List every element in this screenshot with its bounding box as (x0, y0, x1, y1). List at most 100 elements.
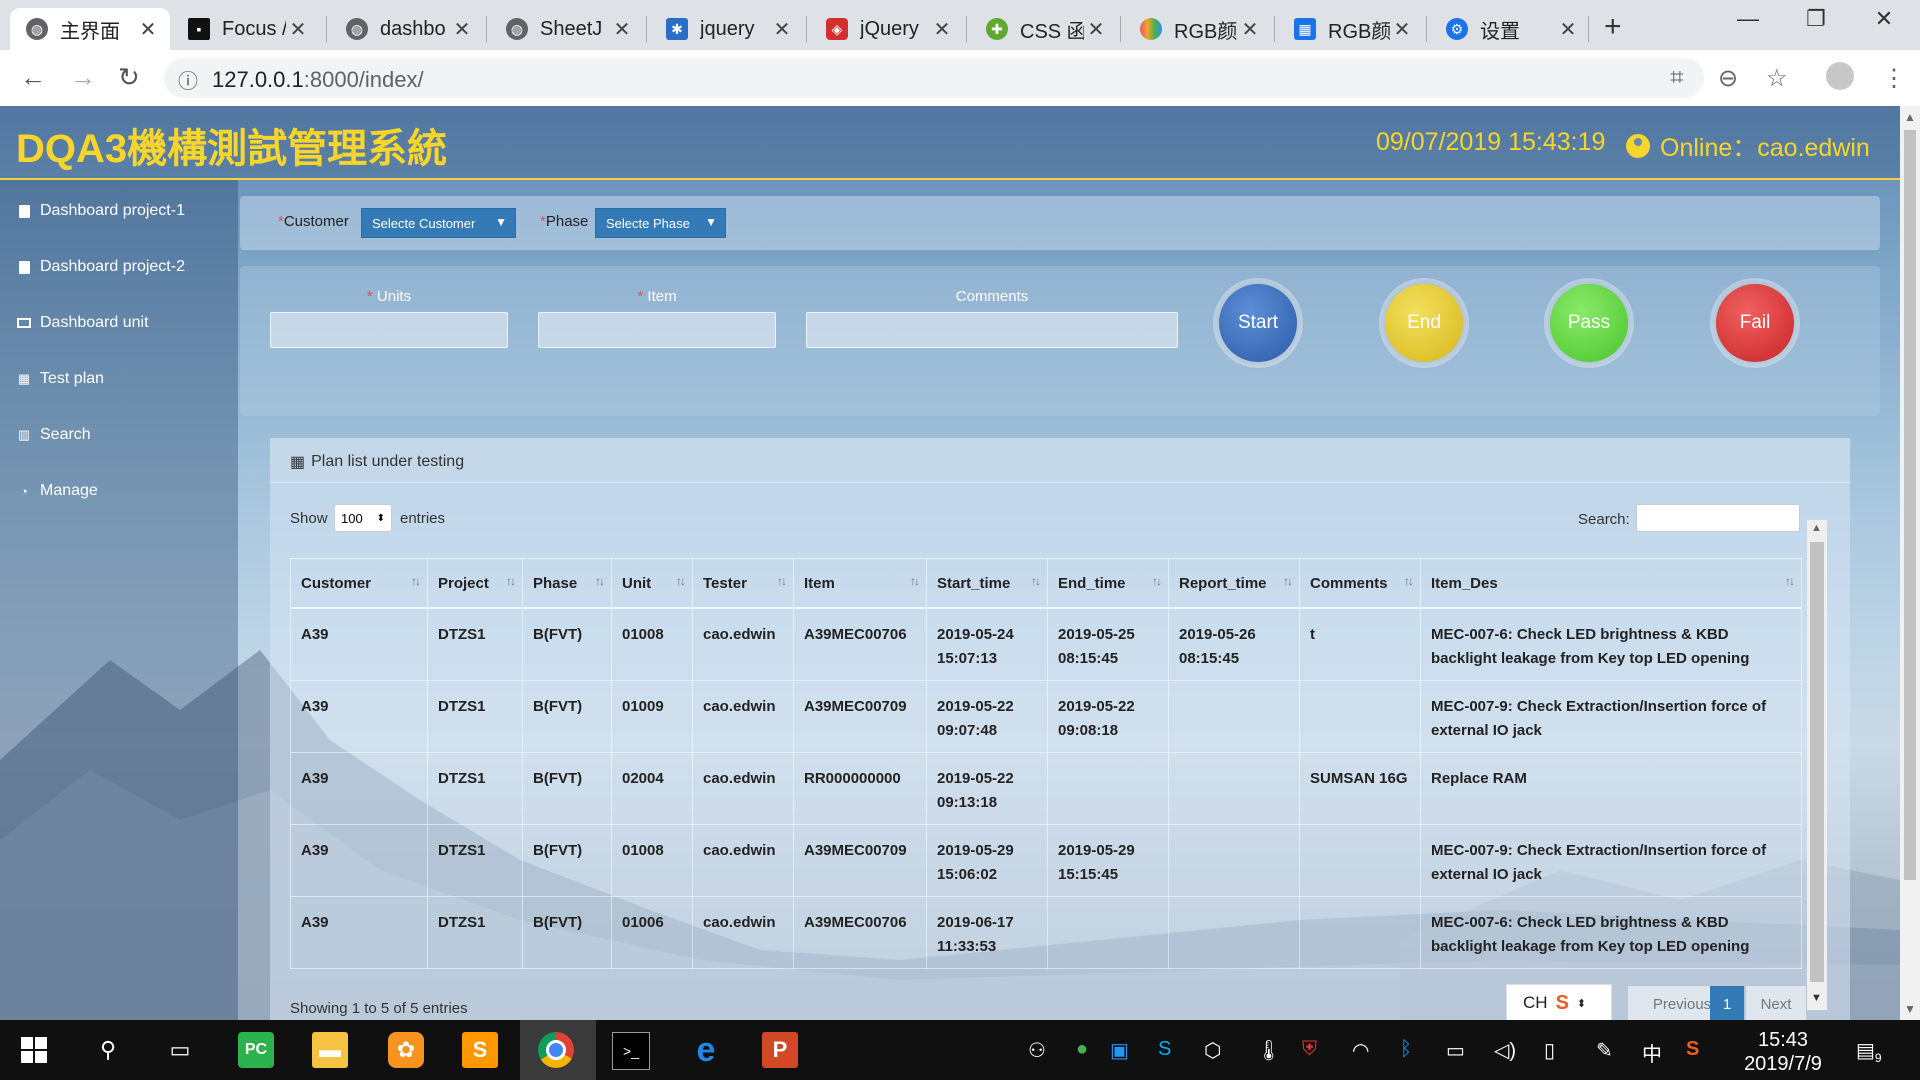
sidebar-item-dashboard-unit[interactable]: Dashboard unit (16, 314, 149, 332)
browser-tab-0[interactable]: ◍ 主界面 ✕ (10, 8, 170, 50)
security-shield-icon[interactable]: ⛨ (1302, 1038, 1317, 1061)
page-scrollbar[interactable]: ▲ ▼ (1900, 106, 1920, 1020)
pass-button[interactable]: Pass (1550, 284, 1628, 362)
item-input[interactable] (538, 312, 776, 348)
scroll-up-arrow-icon[interactable]: ▲ (1811, 522, 1822, 534)
forward-button[interactable]: → (70, 62, 96, 93)
table-scrollbar[interactable]: ▲ ▼ (1807, 520, 1827, 1010)
browser-tab-8[interactable]: ▦ RGB颜 ✕ (1278, 8, 1424, 50)
table-search-input[interactable] (1636, 504, 1800, 532)
entries-length-select[interactable]: 100 ⬍ (334, 504, 392, 532)
info-icon[interactable]: ⓘ (178, 65, 198, 94)
bookmark-star-icon[interactable]: ☆ (1766, 64, 1788, 93)
notification-center-icon[interactable]: ▤9 (1856, 1038, 1882, 1065)
col-header-item-des[interactable]: Item_Des ↑↓ (1420, 558, 1802, 609)
powerpoint-icon[interactable]: P (762, 1032, 798, 1068)
edge-icon[interactable]: e (688, 1031, 724, 1069)
tray-app-icon[interactable]: ● (1076, 1038, 1088, 1061)
table-row[interactable]: A39 DTZS1 B(FVT) 01008 cao.edwin A39MEC0… (290, 824, 1802, 897)
taskbar-clock[interactable]: 15:43 2019/7/9 (1738, 1028, 1828, 1076)
col-header-start-time[interactable]: Start_time ↑↓ (926, 558, 1048, 609)
restore-button[interactable]: ❐ (1786, 6, 1846, 32)
close-tab-icon[interactable]: ✕ (610, 17, 634, 42)
ime-indicator[interactable]: CH S ⬍ (1506, 984, 1612, 1020)
start-button[interactable]: Start (1219, 284, 1297, 362)
col-header-report-time[interactable]: Report_time ↑↓ (1168, 558, 1300, 609)
browser-tab-9[interactable]: ⚙ 设置 ✕ (1430, 8, 1590, 50)
vpn-icon[interactable]: ⬡ (1204, 1038, 1221, 1063)
menu-kebab-icon[interactable]: ⋮ (1882, 64, 1906, 93)
reload-button[interactable]: ↻ (118, 62, 140, 93)
bluetooth-icon[interactable]: ᛒ (1400, 1038, 1412, 1061)
zoom-icon[interactable]: ⊖ (1718, 64, 1738, 93)
col-header-end-time[interactable]: End_time ↑↓ (1047, 558, 1169, 609)
col-header-customer[interactable]: Customer ↑↓ (290, 558, 428, 609)
table-scrollbar-thumb[interactable] (1810, 542, 1824, 982)
close-window-button[interactable]: ✕ (1854, 6, 1914, 32)
col-header-project[interactable]: Project ↑↓ (427, 558, 523, 609)
end-button[interactable]: End (1385, 284, 1463, 362)
search-icon[interactable]: ⚲ (90, 1032, 126, 1068)
usb-device-icon[interactable]: ▯ (1544, 1038, 1555, 1063)
table-row[interactable]: A39 DTZS1 B(FVT) 01009 cao.edwin A39MEC0… (290, 680, 1802, 753)
chrome-icon[interactable] (538, 1032, 574, 1068)
fail-button[interactable]: Fail (1716, 284, 1794, 362)
file-explorer-icon[interactable]: ▬ (312, 1032, 348, 1068)
pycharm-icon[interactable]: PC (238, 1032, 274, 1068)
minimize-button[interactable]: — (1718, 6, 1778, 32)
browser-tab-7[interactable]: RGB颜 ✕ (1124, 8, 1272, 50)
browser-tab-4[interactable]: ✱ jquery ✕ (650, 8, 804, 50)
terminal-app-icon[interactable]: >_ (612, 1032, 650, 1070)
col-header-unit[interactable]: Unit ↑↓ (611, 558, 693, 609)
browser-tab-2[interactable]: ◍ dashbo ✕ (330, 8, 484, 50)
table-row[interactable]: A39 DTZS1 B(FVT) 01006 cao.edwin A39MEC0… (290, 896, 1802, 969)
skype-icon[interactable]: S (1158, 1038, 1171, 1061)
browser-tab-1[interactable]: ▪ Focus / ✕ (172, 8, 320, 50)
close-tab-icon[interactable]: ✕ (1390, 17, 1414, 42)
profile-avatar[interactable] (1826, 62, 1854, 90)
customer-select[interactable]: Selecte Customer ▼ (361, 208, 516, 238)
phase-select[interactable]: Selecte Phase ▼ (595, 208, 726, 238)
close-tab-icon[interactable]: ✕ (770, 17, 794, 42)
close-tab-icon[interactable]: ✕ (136, 17, 160, 42)
volume-icon[interactable]: ◁) (1494, 1038, 1516, 1063)
thermometer-icon[interactable]: 🌡 (1256, 1038, 1281, 1063)
sidebar-item-search[interactable]: ▥ Search (16, 426, 91, 444)
page-scrollbar-thumb[interactable] (1904, 130, 1916, 880)
browser-tab-3[interactable]: ◍ SheetJ ✕ (490, 8, 644, 50)
app-orange-icon[interactable]: ✿ (388, 1032, 424, 1068)
close-tab-icon[interactable]: ✕ (1084, 17, 1108, 42)
table-row[interactable]: A39 DTZS1 B(FVT) 02004 cao.edwin RR00000… (290, 752, 1802, 825)
people-icon[interactable]: ⚇ (1028, 1038, 1046, 1063)
sogou-tray-icon[interactable]: S (1686, 1038, 1699, 1061)
units-input[interactable] (270, 312, 508, 348)
col-header-phase[interactable]: Phase ↑↓ (522, 558, 612, 609)
windows-start-icon[interactable] (16, 1032, 52, 1068)
col-header-tester[interactable]: Tester ↑↓ (692, 558, 794, 609)
browser-tab-5[interactable]: ◈ jQuery ✕ (810, 8, 964, 50)
url-text[interactable]: 127.0.0.1:8000/index/ (212, 67, 424, 93)
task-view-icon[interactable]: ▭ (162, 1032, 198, 1068)
close-tab-icon[interactable]: ✕ (450, 17, 474, 42)
close-tab-icon[interactable]: ✕ (1238, 17, 1262, 42)
next-page-button[interactable]: Next (1746, 986, 1806, 1020)
close-tab-icon[interactable]: ✕ (930, 17, 954, 42)
sidebar-item-dashboard-project-1[interactable]: Dashboard project-1 (16, 202, 185, 220)
sublime-text-icon[interactable]: S (462, 1032, 498, 1068)
page-1-button[interactable]: 1 (1710, 986, 1744, 1020)
table-row[interactable]: A39 DTZS1 B(FVT) 01008 cao.edwin A39MEC0… (290, 608, 1802, 681)
sidebar-item-test-plan[interactable]: ▦ Test plan (16, 370, 104, 388)
scroll-down-arrow-icon[interactable]: ▼ (1811, 992, 1822, 1004)
sidebar-item-dashboard-project-2[interactable]: Dashboard project-2 (16, 258, 185, 276)
browser-tab-6[interactable]: ✚ CSS 函 ✕ (970, 8, 1118, 50)
wifi-icon[interactable]: ◠ (1352, 1038, 1369, 1063)
close-tab-icon[interactable]: ✕ (1556, 17, 1580, 42)
ime-arrows-icon[interactable]: ⬍ (1577, 997, 1586, 1010)
network-drive-icon[interactable]: ▣ (1110, 1038, 1129, 1063)
sidebar-item-manage[interactable]: ◔ Manage (16, 482, 98, 500)
pen-icon[interactable]: ✎ (1596, 1038, 1613, 1063)
battery-icon[interactable]: ▭ (1446, 1038, 1465, 1063)
new-tab-button[interactable]: + (1604, 10, 1622, 44)
close-tab-icon[interactable]: ✕ (286, 17, 310, 42)
translate-icon[interactable]: ⌗ (1670, 64, 1684, 92)
